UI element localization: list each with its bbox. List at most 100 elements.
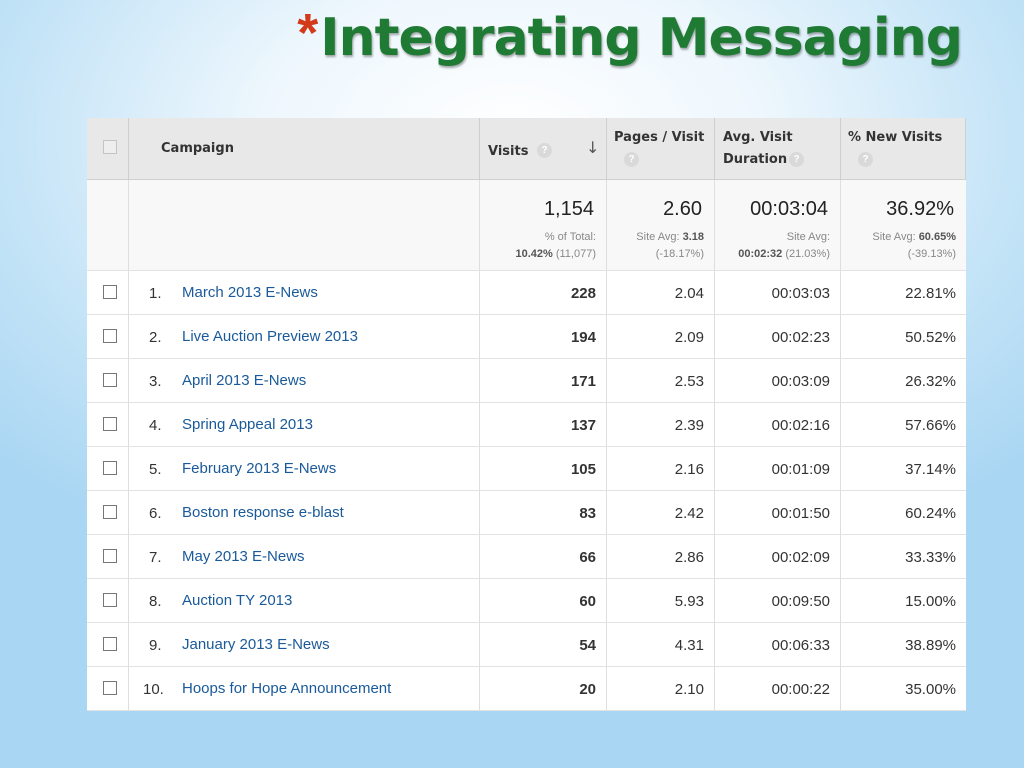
summary-visits-percent: 10.42% <box>515 248 553 260</box>
row-pages-cell: 2.09 <box>607 315 715 358</box>
row-campaign-cell: 1. March 2013 E-News <box>129 271 480 314</box>
row-checkbox[interactable] <box>103 593 117 607</box>
campaign-link[interactable]: January 2013 E-News <box>182 636 330 653</box>
row-checkbox[interactable] <box>103 461 117 475</box>
row-duration: 00:01:50 <box>771 505 830 522</box>
header-avg-visit[interactable]: Avg. Visit <box>723 130 793 145</box>
row-duration-cell: 00:06:33 <box>715 623 841 666</box>
help-icon[interactable]: ? <box>537 143 552 158</box>
header-avg-duration-cell[interactable]: Avg. Visit Duration ? <box>715 118 841 179</box>
row-duration-cell: 00:01:09 <box>715 447 841 490</box>
table-row: 7. May 2013 E-News 66 2.86 00:02:09 33.3… <box>87 535 966 579</box>
row-checkbox[interactable] <box>103 329 117 343</box>
row-new-visits: 37.14% <box>905 461 956 478</box>
campaign-link[interactable]: Spring Appeal 2013 <box>182 416 313 433</box>
campaign-link[interactable]: March 2013 E-News <box>182 284 318 301</box>
site-avg-label: Site Avg: <box>786 231 830 243</box>
row-new-visits-cell: 35.00% <box>841 667 966 710</box>
site-avg-label: Site Avg: <box>636 231 683 243</box>
campaign-link[interactable]: Boston response e-blast <box>182 504 344 521</box>
header-visits-cell[interactable]: Visits ? ↓ <box>480 118 607 179</box>
row-checkbox[interactable] <box>103 637 117 651</box>
row-checkbox[interactable] <box>103 417 117 431</box>
summary-new-site-avg: Site Avg: 60.65% <box>872 229 956 246</box>
row-duration-cell: 00:03:03 <box>715 271 841 314</box>
row-select-cell <box>87 491 129 534</box>
row-new-visits-cell: 57.66% <box>841 403 966 446</box>
site-avg-label: Site Avg: <box>872 231 919 243</box>
table-header: Campaign Visits ? ↓ Pages / Visit ? Avg.… <box>87 118 966 180</box>
summary-pages-delta: (-18.17%) <box>655 248 704 260</box>
row-checkbox[interactable] <box>103 505 117 519</box>
select-all-checkbox[interactable] <box>103 140 117 154</box>
row-new-visits-cell: 50.52% <box>841 315 966 358</box>
row-duration-cell: 00:00:22 <box>715 667 841 710</box>
header-visits[interactable]: Visits <box>488 144 528 159</box>
table-row: 10. Hoops for Hope Announcement 20 2.10 … <box>87 667 966 711</box>
header-new-visits[interactable]: % New Visits <box>848 130 942 145</box>
summary-pages-note: Site Avg: 3.18 (-18.17%) <box>636 229 704 263</box>
summary-select-cell <box>87 180 129 270</box>
header-new-visits-cell[interactable]: % New Visits ? <box>841 118 966 179</box>
help-icon[interactable]: ? <box>858 152 873 167</box>
row-select-cell <box>87 271 129 314</box>
row-duration-cell: 00:03:09 <box>715 359 841 402</box>
summary-new-visits: 36.92% <box>886 198 954 220</box>
campaign-link[interactable]: May 2013 E-News <box>182 548 305 565</box>
row-duration: 00:09:50 <box>771 593 830 610</box>
row-new-visits-cell: 38.89% <box>841 623 966 666</box>
sort-descending-icon[interactable]: ↓ <box>586 138 599 157</box>
row-select-cell <box>87 359 129 402</box>
row-pages-visit: 2.16 <box>674 461 704 478</box>
campaign-link[interactable]: Live Auction Preview 2013 <box>182 328 358 345</box>
row-duration-cell: 00:09:50 <box>715 579 841 622</box>
row-checkbox[interactable] <box>103 285 117 299</box>
campaign-link[interactable]: Hoops for Hope Announcement <box>182 680 391 697</box>
table-row: 6. Boston response e-blast 83 2.42 00:01… <box>87 491 966 535</box>
header-campaign-cell[interactable]: Campaign <box>129 118 480 179</box>
row-rank: 6. <box>149 505 162 522</box>
summary-visits: 1,154 <box>543 198 594 220</box>
summary-pages-cell: 2.60 Site Avg: 3.18 (-18.17%) <box>607 180 715 270</box>
row-visits: 228 <box>570 285 596 302</box>
summary-duration-site-avg: 00:02:32 (21.03%) <box>738 246 830 263</box>
row-new-visits: 50.52% <box>905 329 956 346</box>
row-rank: 1. <box>149 285 162 302</box>
row-new-visits: 26.32% <box>905 373 956 390</box>
header-campaign[interactable]: Campaign <box>161 141 234 156</box>
row-campaign-cell: 3. April 2013 E-News <box>129 359 480 402</box>
summary-new-visits-cell: 36.92% Site Avg: 60.65% (-39.13%) <box>841 180 966 270</box>
row-checkbox[interactable] <box>103 549 117 563</box>
row-checkbox[interactable] <box>103 373 117 387</box>
row-new-visits-cell: 37.14% <box>841 447 966 490</box>
row-new-visits: 33.33% <box>905 549 956 566</box>
row-rank: 2. <box>149 329 162 346</box>
row-rank: 8. <box>149 593 162 610</box>
summary-visits-cell: 1,154 % of Total: 10.42% (11,077) <box>480 180 607 270</box>
row-pages-cell: 2.10 <box>607 667 715 710</box>
row-pages-visit: 2.04 <box>674 285 704 302</box>
table-row: 4. Spring Appeal 2013 137 2.39 00:02:16 … <box>87 403 966 447</box>
row-rank: 9. <box>149 637 162 654</box>
row-duration: 00:03:03 <box>771 285 830 302</box>
help-icon[interactable]: ? <box>624 152 639 167</box>
row-campaign-cell: 6. Boston response e-blast <box>129 491 480 534</box>
campaign-link[interactable]: February 2013 E-News <box>182 460 336 477</box>
row-new-visits-cell: 22.81% <box>841 271 966 314</box>
campaign-link[interactable]: April 2013 E-News <box>182 372 306 389</box>
row-checkbox[interactable] <box>103 681 117 695</box>
summary-campaign-cell <box>129 180 480 270</box>
help-icon[interactable]: ? <box>789 152 804 167</box>
row-visits: 83 <box>579 505 596 522</box>
row-new-visits-cell: 15.00% <box>841 579 966 622</box>
header-duration[interactable]: Duration <box>723 152 787 167</box>
header-pages-visit[interactable]: Pages / Visit <box>614 130 704 145</box>
row-duration: 00:02:16 <box>771 417 830 434</box>
row-pages-visit: 2.86 <box>674 549 704 566</box>
row-visits: 20 <box>579 681 596 698</box>
campaign-link[interactable]: Auction TY 2013 <box>182 592 292 609</box>
header-pages-visit-cell[interactable]: Pages / Visit ? <box>607 118 715 179</box>
row-visits: 194 <box>570 329 596 346</box>
row-visits-cell: 194 <box>480 315 607 358</box>
row-visits-cell: 54 <box>480 623 607 666</box>
